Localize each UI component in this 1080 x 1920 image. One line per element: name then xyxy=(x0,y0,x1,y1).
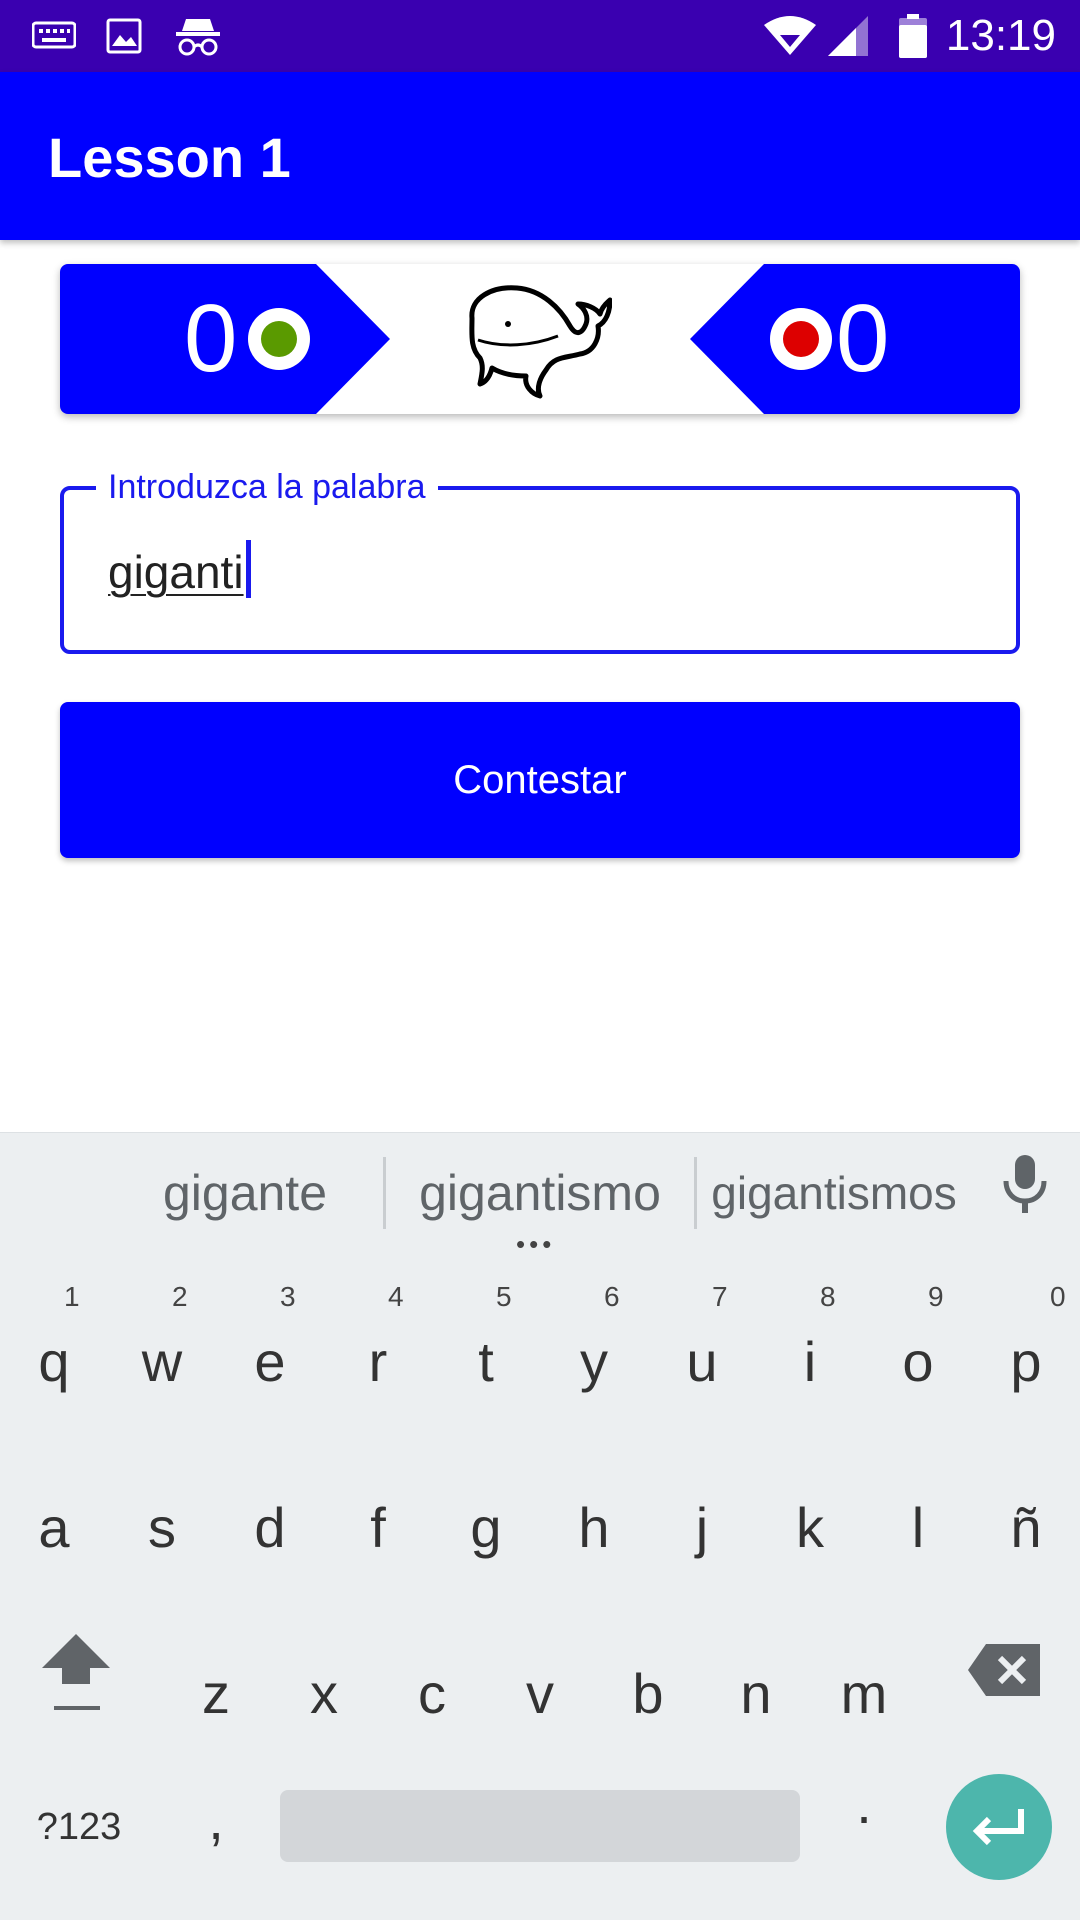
shift-key[interactable] xyxy=(34,1630,118,1730)
suggestion-1[interactable]: gigante xyxy=(120,1163,370,1223)
signal-icon xyxy=(826,14,874,58)
image-icon xyxy=(106,14,142,58)
key-n[interactable]: n xyxy=(716,1662,796,1726)
answer-input[interactable]: giganti xyxy=(108,540,251,600)
key-h[interactable]: h xyxy=(554,1496,634,1560)
suggestion-divider xyxy=(694,1157,697,1229)
key-p[interactable]: 0p xyxy=(986,1282,1066,1394)
keyboard-icon xyxy=(32,14,76,58)
correct-indicator xyxy=(248,308,310,370)
mic-icon[interactable] xyxy=(1000,1153,1050,1220)
key-g[interactable]: g xyxy=(446,1496,526,1560)
answer-field-label: Introduzca la palabra xyxy=(96,466,438,508)
wrong-indicator xyxy=(770,308,832,370)
submit-button[interactable]: Contestar xyxy=(60,702,1020,858)
correct-count: 0 xyxy=(184,285,238,392)
score-card: 0 0 xyxy=(60,264,1020,414)
key-k[interactable]: k xyxy=(770,1496,850,1560)
backspace-icon xyxy=(968,1644,1040,1696)
key-z[interactable]: z xyxy=(176,1662,256,1726)
key-comma[interactable]: , xyxy=(176,1788,256,1852)
enter-icon xyxy=(972,1809,1024,1846)
key-i[interactable]: 8i xyxy=(770,1282,850,1394)
key-r[interactable]: 4r xyxy=(338,1282,418,1394)
suggestion-bar: gigante gigantismo gigantismos ••• xyxy=(0,1132,1080,1259)
status-bar: 13:19 xyxy=(0,0,1080,72)
key-y[interactable]: 6y xyxy=(554,1282,634,1394)
key-x[interactable]: x xyxy=(284,1662,364,1726)
whale-icon xyxy=(462,278,613,407)
key-j[interactable]: j xyxy=(662,1496,742,1560)
suggestion-3[interactable]: gigantismos xyxy=(708,1163,960,1223)
key-m[interactable]: m xyxy=(824,1662,904,1726)
battery-icon xyxy=(898,14,928,58)
key-enie[interactable]: ñ xyxy=(986,1496,1066,1560)
key-c[interactable]: c xyxy=(392,1662,472,1726)
screen: 13:19 Lesson 1 0 0 Introduzca la palabra… xyxy=(0,0,1080,1920)
key-v[interactable]: v xyxy=(500,1662,580,1726)
key-e[interactable]: 3e xyxy=(230,1282,310,1394)
answer-input-text: giganti xyxy=(108,546,244,598)
key-f[interactable]: f xyxy=(338,1496,418,1560)
incognito-icon xyxy=(174,14,222,58)
wifi-icon xyxy=(762,14,818,58)
suggestion-2[interactable]: gigantismo xyxy=(398,1163,682,1223)
app-bar: Lesson 1 xyxy=(0,72,1080,240)
symbols-key[interactable]: ?123 xyxy=(24,1795,134,1859)
key-t[interactable]: 5t xyxy=(446,1282,526,1394)
key-u[interactable]: 7u xyxy=(662,1282,742,1394)
key-a[interactable]: a xyxy=(14,1496,94,1560)
key-period[interactable]: . xyxy=(824,1772,904,1836)
key-d[interactable]: d xyxy=(230,1496,310,1560)
suggestion-divider xyxy=(383,1157,386,1229)
enter-key[interactable] xyxy=(946,1774,1052,1880)
key-l[interactable]: l xyxy=(878,1496,958,1560)
key-s[interactable]: s xyxy=(122,1496,202,1560)
key-q[interactable]: 1q xyxy=(14,1282,94,1394)
wrong-count: 0 xyxy=(836,285,890,392)
keyboard: 1q 2w 3e 4r 5t 6y 7u 8i 9o 0p a s d f g … xyxy=(0,1250,1080,1920)
space-bar[interactable] xyxy=(280,1790,800,1862)
key-b[interactable]: b xyxy=(608,1662,688,1726)
key-o[interactable]: 9o xyxy=(878,1282,958,1394)
page-title: Lesson 1 xyxy=(48,126,291,189)
text-caret xyxy=(245,540,251,598)
key-w[interactable]: 2w xyxy=(122,1282,202,1394)
shift-icon xyxy=(42,1634,110,1710)
backspace-key[interactable] xyxy=(964,1630,1044,1730)
status-time: 13:19 xyxy=(945,11,1056,60)
